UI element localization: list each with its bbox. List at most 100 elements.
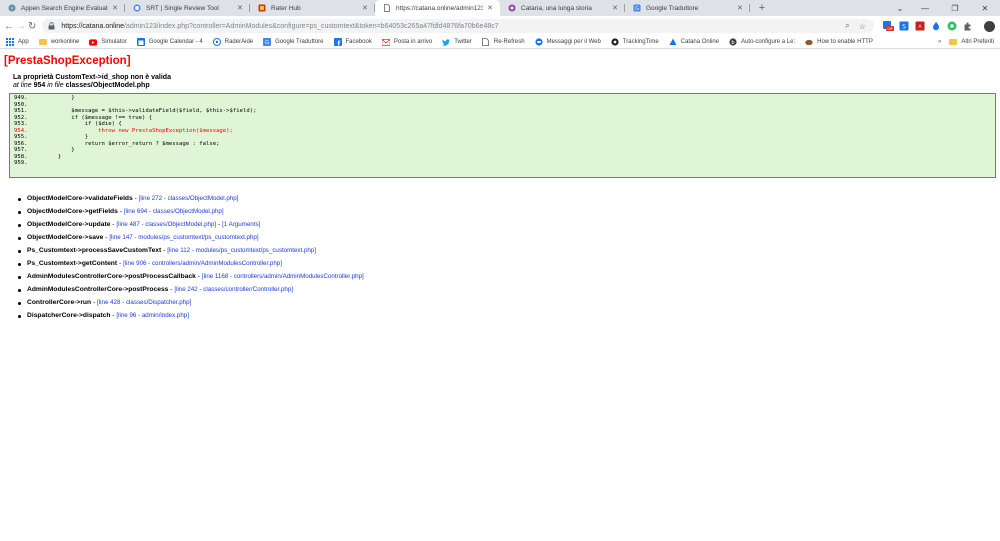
tab-rater-hub[interactable]: Rater Hub ✕ bbox=[250, 0, 375, 16]
messages-icon bbox=[534, 38, 543, 46]
minimize-icon[interactable]: — bbox=[910, 0, 940, 16]
search-icon[interactable]: ⌕ bbox=[841, 21, 853, 31]
bookmark-google-calendar[interactable]: Google Calendar - 4 bbox=[136, 38, 203, 46]
trace-location-link[interactable]: [line 487 - classes/ObjectModel.php] bbox=[116, 221, 216, 228]
bookmark-label: Facebook bbox=[345, 39, 372, 45]
bookmark-trackingtime[interactable]: TrackingTime bbox=[611, 38, 659, 46]
translate-ext-icon[interactable]: S bbox=[898, 20, 910, 32]
bookmark-star-icon[interactable]: ☆ bbox=[856, 22, 868, 31]
bookmark-auto-configure[interactable]: b Auto-configure a Le: bbox=[729, 38, 795, 46]
rater-hub-icon bbox=[258, 4, 266, 12]
close-icon[interactable]: ✕ bbox=[736, 4, 744, 12]
other-bookmarks-label[interactable]: Altri Preferiti bbox=[961, 39, 994, 45]
bookmark-how-to-enable[interactable]: How to enable HTTP bbox=[805, 38, 873, 46]
tab-title: Google Traduttore bbox=[646, 4, 699, 12]
bookmark-messaggi[interactable]: Messaggi per il Web bbox=[534, 38, 601, 46]
bookmark-catana-online[interactable]: Catana Online bbox=[669, 38, 719, 46]
page-icon bbox=[383, 4, 391, 12]
bookmark-label: Catana Online bbox=[680, 39, 720, 45]
bookmark-label: Messaggi per il Web bbox=[546, 39, 601, 45]
source-code-box: 949. } 950. 951. $message = $this->validat… bbox=[9, 93, 996, 178]
page-content: [PrestaShopException] La proprietà Custo… bbox=[0, 49, 1000, 329]
exception-line-number: 954 bbox=[33, 82, 46, 89]
svg-text:G: G bbox=[265, 40, 269, 46]
stack-trace-item: AdminModulesControllerCore->postProcessC… bbox=[18, 273, 996, 286]
stack-trace-item: AdminModulesControllerCore->postProcess … bbox=[18, 286, 996, 299]
catana-icon bbox=[508, 4, 516, 12]
bookmark-twitter[interactable]: Twitter bbox=[442, 38, 472, 46]
bookmarks-bar: App workonline Simulator Google Calendar… bbox=[0, 36, 1000, 49]
bookmark-posta[interactable]: Posta in arrivo bbox=[381, 38, 432, 46]
trace-location-link[interactable]: [line 694 - classes/ObjectModel.php] bbox=[124, 208, 224, 215]
trace-function: Ps_Customtext->processSaveCustomText bbox=[27, 247, 162, 254]
reload-icon[interactable]: ↻ bbox=[28, 18, 36, 34]
trace-location-link[interactable]: [line 112 - modules/ps_customtext/ps_cus… bbox=[167, 247, 316, 254]
stack-trace-list: ObjectModelCore->validateFields - [line … bbox=[18, 195, 996, 325]
tab-title: SRT | Single Review Tool bbox=[146, 4, 219, 12]
close-icon[interactable]: ✕ bbox=[361, 4, 369, 12]
tab-search-icon[interactable]: ⌄ bbox=[890, 0, 910, 16]
stack-trace-item: Ps_Customtext->getContent - [line 906 - … bbox=[18, 260, 996, 273]
google-translate-icon: G bbox=[633, 4, 641, 12]
profile-avatar[interactable] bbox=[984, 20, 996, 32]
bookmark-google-traduttore[interactable]: G Google Traduttore bbox=[263, 38, 324, 46]
bookmark-simulator[interactable]: Simulator bbox=[89, 38, 127, 46]
trace-location-link[interactable]: [line 96 - admin/index.php] bbox=[116, 312, 189, 319]
trace-location-link[interactable]: [line 147 - modules/ps_customtext/ps_cus… bbox=[109, 234, 258, 241]
bookmark-workonline[interactable]: workonline bbox=[38, 39, 79, 45]
bookmark-label: Simulator bbox=[101, 39, 127, 45]
twitter-icon bbox=[442, 38, 451, 46]
close-icon[interactable]: ✕ bbox=[486, 4, 494, 12]
trace-location-link[interactable]: [line 906 - controllers/admin/AdminModul… bbox=[123, 260, 282, 267]
bookmark-raderaide[interactable]: RaderAide bbox=[212, 38, 253, 46]
appen-icon bbox=[8, 4, 16, 12]
maximize-icon[interactable]: ❐ bbox=[940, 0, 970, 16]
tab-srt[interactable]: SRT | Single Review Tool ✕ bbox=[125, 0, 250, 16]
facebook-icon: f bbox=[333, 38, 342, 46]
trace-location-link[interactable]: [line 242 - classes/controller/Controlle… bbox=[174, 286, 293, 293]
bookmark-label: Google Calendar - 4 bbox=[148, 39, 203, 45]
tab-catana-storia[interactable]: Catana, una lunga storia ✕ bbox=[500, 0, 625, 16]
srt-icon bbox=[133, 4, 141, 12]
bookmark-label: Twitter bbox=[454, 39, 472, 45]
tab-appen[interactable]: Appen Search Engine Evaluator ✕ bbox=[0, 0, 125, 16]
bookmark-re-refresh[interactable]: Re-Refresh bbox=[482, 38, 525, 46]
extension-badge-icon[interactable]: Off bbox=[882, 20, 895, 32]
close-icon[interactable]: ✕ bbox=[611, 4, 619, 12]
puzzle-ext-icon[interactable] bbox=[962, 20, 974, 32]
catana-icon bbox=[669, 38, 677, 46]
close-icon[interactable]: ✕ bbox=[111, 4, 119, 12]
refresh-doc-icon bbox=[482, 38, 490, 46]
autoconfig-icon: b bbox=[729, 38, 737, 46]
trace-function: DispatcherCore->dispatch bbox=[27, 312, 111, 319]
more-bookmarks-chevron-icon[interactable]: » bbox=[938, 39, 941, 45]
trace-location-link[interactable]: [line 272 - classes/ObjectModel.php] bbox=[139, 195, 239, 202]
back-icon[interactable]: ← bbox=[4, 18, 14, 34]
trace-function: AdminModulesControllerCore->postProcess bbox=[27, 286, 169, 293]
stack-trace-item: ObjectModelCore->update - [line 487 - cl… bbox=[18, 221, 996, 234]
pdf-ext-icon[interactable]: A bbox=[914, 20, 926, 32]
bookmark-label: Re-Refresh bbox=[493, 39, 525, 45]
tab-google-traduttore[interactable]: G Google Traduttore ✕ bbox=[625, 0, 750, 16]
address-bar[interactable]: https://catana.online/admin123/index.php… bbox=[42, 19, 875, 33]
at-line-prefix: at line bbox=[13, 82, 32, 89]
tab-title: Appen Search Engine Evaluator bbox=[21, 4, 108, 12]
close-icon[interactable]: ✕ bbox=[236, 4, 244, 12]
evernote-ext-icon[interactable] bbox=[946, 20, 958, 32]
bookmark-facebook[interactable]: f Facebook bbox=[333, 38, 372, 46]
trace-function: Ps_Customtext->getContent bbox=[27, 260, 118, 267]
trace-location-link[interactable]: [line 428 - classes/Dispatcher.php] bbox=[97, 299, 191, 306]
close-window-icon[interactable]: ✕ bbox=[970, 0, 1000, 16]
stack-trace-item: ObjectModelCore->save - [line 147 - modu… bbox=[18, 234, 996, 247]
forward-icon[interactable]: → bbox=[16, 18, 26, 34]
trace-function: ObjectModelCore->getFields bbox=[27, 208, 118, 215]
bookmarks-more[interactable]: » Altri Preferiti bbox=[938, 39, 994, 45]
bookmark-app[interactable]: App bbox=[6, 38, 29, 46]
tab-catana-admin[interactable]: https://catana.online/admin123/i ✕ bbox=[375, 0, 500, 16]
trace-location-link[interactable]: [line 1168 - controllers/admin/AdminModu… bbox=[202, 273, 364, 280]
lock-icon[interactable] bbox=[48, 22, 56, 30]
flame-ext-icon[interactable] bbox=[930, 20, 942, 32]
exception-message: La proprietà CustomText->id_shop non è v… bbox=[13, 74, 171, 81]
trace-arguments-link[interactable]: [1 Arguments] bbox=[222, 221, 260, 228]
new-tab-button[interactable]: + bbox=[754, 0, 770, 16]
